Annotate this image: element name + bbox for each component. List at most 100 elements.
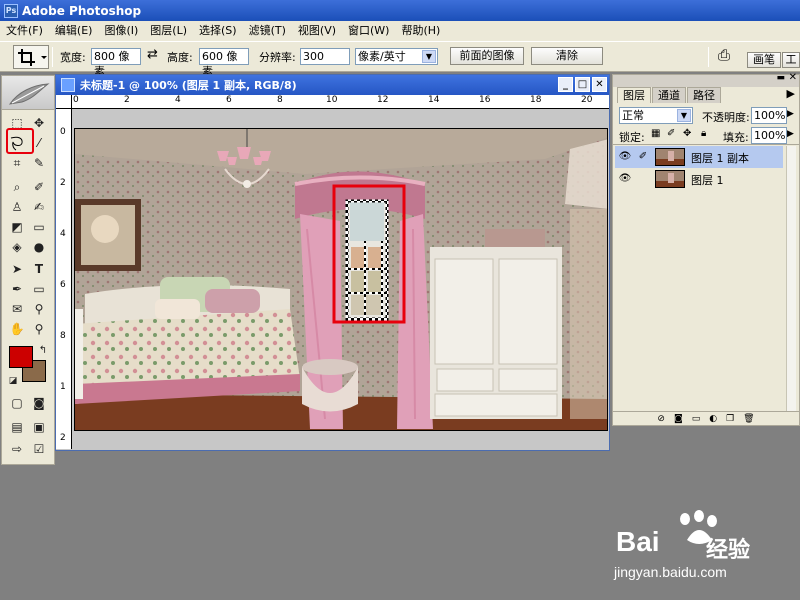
eyedropper-tool-icon[interactable]: ⚲ (30, 300, 48, 318)
fill-arrow-icon[interactable]: ▶ (787, 129, 794, 139)
panel-menu-icon[interactable]: ▶ (787, 87, 795, 100)
standard-mode-icon[interactable]: ▢ (8, 394, 26, 412)
shape-tool-icon[interactable]: ▭ (30, 280, 48, 298)
menu-filter[interactable]: 滤镜(T) (243, 21, 292, 41)
menu-view[interactable]: 视图(V) (292, 21, 342, 41)
opacity-arrow-icon[interactable]: ▶ (787, 109, 794, 119)
horizontal-ruler[interactable]: 0 2 4 6 8 10 12 14 16 18 20 (72, 95, 609, 109)
resolution-field[interactable]: 300 (300, 48, 350, 65)
height-label: 高度: (167, 51, 193, 64)
app-title-bar: Ps Adobe Photoshop (0, 0, 800, 21)
jump-to-imageready-icon[interactable]: ⇨ (8, 440, 26, 458)
ruler-label: 12 (377, 95, 389, 105)
layers-scrollbar[interactable] (786, 146, 796, 412)
ruler-label: 14 (428, 95, 440, 105)
dodge-tool-icon[interactable]: ● (30, 238, 48, 256)
document-title-bar: 未标题-1 @ 100% (图层 1 副本, RGB/8) _ □ ✕ (56, 75, 609, 95)
resolution-unit-value: 像素/英寸 (358, 50, 406, 63)
blend-mode-select[interactable]: 正常 ▼ (619, 107, 693, 124)
resolution-unit-select[interactable]: 像素/英寸 ▼ (355, 48, 438, 65)
height-field[interactable]: 600 像素 (199, 48, 249, 78)
layer-row-1[interactable]: 👁︎ 图层 1 (615, 168, 783, 190)
screen-mode-full-icon[interactable]: ▣ (30, 418, 48, 436)
clone-stamp-icon[interactable]: ♙ (8, 198, 26, 216)
toolbox-header (2, 76, 54, 110)
menu-file[interactable]: 文件(F) (0, 21, 49, 41)
layer-mask-icon[interactable]: ◙ (674, 414, 683, 424)
swap-dimensions-icon[interactable]: ⇄ (147, 47, 158, 62)
slice-tool-icon[interactable]: ✎ (30, 154, 48, 172)
healing-brush-icon[interactable]: ⌕ (8, 178, 26, 196)
brush-palette-tab[interactable]: 画笔 (747, 52, 781, 68)
new-set-icon[interactable]: ▭ (692, 414, 701, 424)
magic-wand-tool-icon[interactable]: ⁄ (30, 134, 48, 152)
hand-tool-icon[interactable]: ✋ (8, 320, 26, 338)
minimize-icon[interactable]: _ (558, 77, 573, 92)
brush-tool-icon[interactable]: ✐ (30, 178, 48, 196)
lock-image-icon[interactable]: ✐ (667, 128, 675, 139)
menu-window[interactable]: 窗口(W) (342, 21, 395, 41)
file-browser-icon[interactable]: ⎙ (718, 46, 730, 64)
pen-tool-icon[interactable]: ✒ (8, 280, 26, 298)
menu-help[interactable]: 帮助(H) (395, 21, 446, 41)
gradient-tool-icon[interactable]: ▭ (30, 218, 48, 236)
swap-colors-icon[interactable]: ↰ (34, 342, 52, 360)
tab-paths[interactable]: 路径 (687, 87, 721, 103)
tool-presets-tab[interactable]: 工 (782, 52, 800, 68)
screen-mode-standard-icon[interactable]: ▤ (8, 418, 26, 436)
tab-layers[interactable]: 图层 (617, 87, 651, 103)
panel-tabs: 图层 通道 路径 (617, 87, 722, 103)
eye-icon[interactable]: 👁︎ (617, 149, 633, 165)
blur-tool-icon[interactable]: ◈ (8, 238, 26, 256)
layer-name: 图层 1 副本 (691, 152, 749, 165)
lock-position-icon[interactable]: ✥ (683, 128, 691, 139)
notes-tool-icon[interactable]: ✉ (8, 300, 26, 318)
eye-icon[interactable]: 👁︎ (617, 171, 633, 187)
opacity-field[interactable]: 100% (751, 107, 787, 124)
imageready-icon[interactable]: ☑ (30, 440, 48, 458)
menu-image[interactable]: 图像(I) (98, 21, 144, 41)
clear-button[interactable]: 清除 (531, 47, 603, 65)
zoom-tool-icon[interactable]: ⚲ (30, 320, 48, 338)
canvas-image-bedroom[interactable] (74, 128, 608, 431)
lock-transparency-icon[interactable]: ▦ (651, 128, 660, 139)
document-icon (61, 78, 75, 92)
ruler-label: 18 (530, 95, 542, 105)
close-icon[interactable]: ✕ (592, 77, 607, 92)
toolbox: ⬚ ✥ ⁄ ⌗ ✎ ⌕ ✐ ♙ ✍ ◩ ▭ ◈ ● ➤ T ✒ ▭ ✉ ⚲ ✋ … (1, 75, 55, 465)
ruler-label: 10 (326, 95, 338, 105)
menu-layer[interactable]: 图层(L) (144, 21, 193, 41)
tool-preset-picker[interactable] (13, 45, 49, 69)
ruler-label: 4 (175, 95, 181, 105)
default-colors-icon[interactable]: ◪ (4, 372, 22, 390)
document-title: 未标题-1 @ 100% (图层 1 副本, RGB/8) (80, 79, 297, 92)
panel-close-icon[interactable]: ✕ (789, 72, 797, 83)
baidu-jingyan-watermark: Bai 经验 jingyan.baidu.com (610, 510, 790, 585)
ruler-origin[interactable] (56, 95, 72, 109)
delete-layer-icon[interactable]: 🗑︎ (743, 414, 754, 424)
menu-select[interactable]: 选择(S) (193, 21, 243, 41)
fill-field[interactable]: 100% (751, 127, 787, 144)
history-brush-icon[interactable]: ✍ (30, 198, 48, 216)
front-image-button[interactable]: 前面的图像 (450, 47, 524, 65)
ruler-label: 2 (60, 433, 66, 443)
quick-mask-mode-icon[interactable]: ◙ (30, 394, 48, 412)
tab-channels[interactable]: 通道 (652, 87, 686, 103)
layer-style-icon[interactable]: ⊘ (657, 414, 665, 424)
layers-panel-footer: ⊘ ◙ ▭ ◐ ❐ 🗑︎ (613, 411, 799, 425)
panel-minimize-icon[interactable]: ▬ (776, 73, 785, 83)
width-field[interactable]: 800 像素 (91, 48, 141, 78)
adjustment-layer-icon[interactable]: ◐ (709, 414, 717, 424)
foreground-color-swatch[interactable] (9, 346, 33, 368)
layer-row-copy[interactable]: 👁︎ ✐ 图层 1 副本 (615, 146, 783, 168)
crop-tool-icon[interactable]: ⌗ (8, 154, 26, 172)
menu-edit[interactable]: 编辑(E) (49, 21, 99, 41)
vertical-ruler[interactable]: 0 2 4 6 8 1 2 (56, 109, 72, 449)
type-tool-icon[interactable]: T (30, 260, 48, 278)
eraser-tool-icon[interactable]: ◩ (8, 218, 26, 236)
path-selection-icon[interactable]: ➤ (8, 260, 26, 278)
maximize-icon[interactable]: □ (575, 77, 590, 92)
lock-all-icon[interactable]: 🔒︎ (701, 128, 706, 139)
layer-name: 图层 1 (691, 174, 724, 187)
new-layer-icon[interactable]: ❐ (726, 414, 734, 424)
